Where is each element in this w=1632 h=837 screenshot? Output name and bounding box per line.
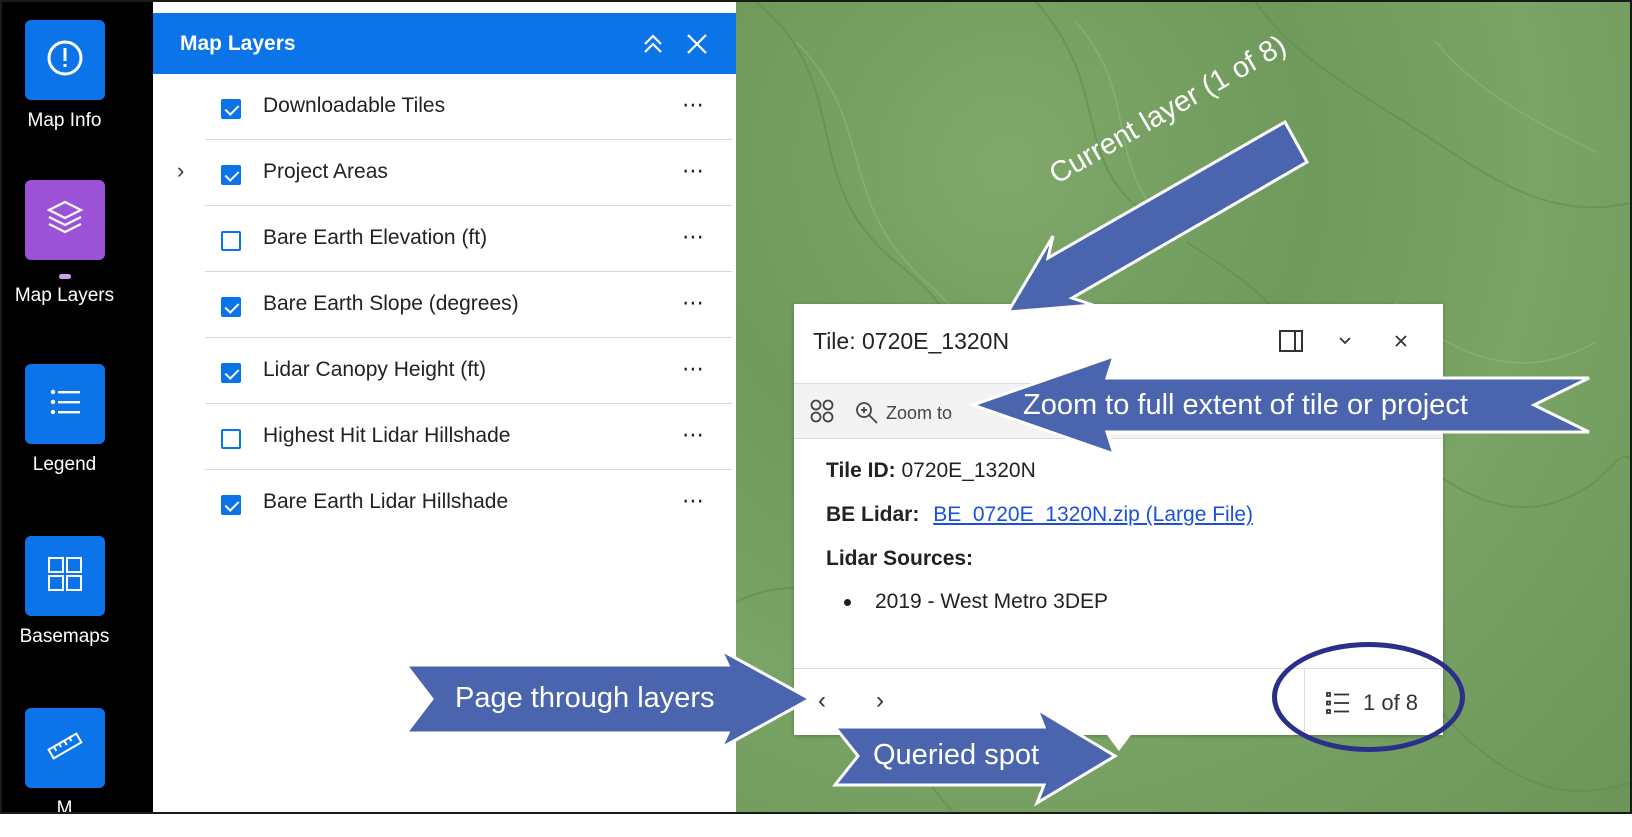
legend-icon [45, 382, 85, 427]
layer-name: Downloadable Tiles [263, 94, 446, 117]
active-indicator [58, 274, 71, 279]
tile-id-field: Tile ID: 0720E_1320N [826, 459, 1036, 483]
next-feature-button[interactable]: › [876, 687, 884, 715]
close-icon [1395, 335, 1407, 347]
feature-popup: Tile: 0720E_1320N Zoom to Tile ID: 0720E… [794, 304, 1443, 736]
map-info-button[interactable] [24, 20, 105, 100]
double-chevron-up-icon [644, 34, 662, 53]
widget-toolbar: Map Info Map Layers Legend Basemaps M [2, 2, 153, 814]
expand-chevron-icon[interactable]: › [177, 158, 184, 184]
legend-label: Legend [32, 454, 97, 475]
layer-row-bare-earth-slope[interactable]: Bare Earth Slope (degrees) ⋯ [205, 272, 732, 338]
tool-map-info[interactable]: Map Info [2, 20, 127, 132]
close-icon [687, 34, 707, 54]
layer-visibility-checkbox[interactable] [221, 231, 241, 251]
popup-action-bar: Zoom to [794, 383, 1443, 439]
zoom-to-label: Zoom to [886, 402, 953, 423]
map-layers-panel: Map Layers Downloadable Tiles ⋯ › Projec… [153, 13, 736, 812]
measure-button[interactable] [24, 708, 105, 788]
list-icon [1326, 691, 1349, 714]
tool-legend[interactable]: Legend [2, 364, 127, 476]
popup-title: Tile: 0720E_1320N [813, 328, 1010, 354]
layer-row-lidar-canopy-height[interactable]: Lidar Canopy Height (ft) ⋯ [205, 338, 732, 404]
layer-row-downloadable-tiles[interactable]: Downloadable Tiles ⋯ [205, 74, 732, 140]
dock-button[interactable] [1276, 326, 1306, 356]
collapse-button[interactable] [639, 30, 667, 58]
be-lidar-download-link[interactable]: BE_0720E_1320N.zip (Large File) [933, 503, 1253, 526]
previous-feature-button[interactable]: ‹ [818, 687, 826, 715]
lidar-sources-label: Lidar Sources: [826, 547, 974, 570]
ruler-icon [45, 726, 85, 771]
layers-icon [43, 196, 87, 245]
basemaps-icon [45, 554, 85, 599]
lidar-source-text: 2019 - West Metro 3DEP [875, 590, 1109, 613]
basemaps-label: Basemaps [19, 626, 110, 647]
layer-name: Bare Earth Lidar Hillshade [263, 490, 509, 513]
grid-dots-icon [810, 399, 834, 423]
layer-row-bare-earth-hillshade[interactable]: Bare Earth Lidar Hillshade ⋯ [205, 470, 732, 536]
layer-visibility-checkbox[interactable] [221, 99, 241, 119]
tile-id-value: 0720E_1320N [901, 459, 1036, 482]
more-options-icon[interactable]: ⋯ [682, 358, 706, 380]
popup-pointer [1107, 735, 1131, 751]
bullet-icon [844, 598, 851, 606]
popup-footer: ‹ › 1 of 8 [794, 668, 1443, 736]
layer-name: Lidar Canopy Height (ft) [263, 358, 486, 381]
app-frame: Map Info Map Layers Legend Basemaps M Ma… [0, 0, 1632, 814]
measure-label: M [56, 798, 73, 814]
lidar-sources-field: Lidar Sources: [826, 547, 973, 571]
legend-button[interactable] [24, 364, 105, 444]
layer-name: Bare Earth Slope (degrees) [263, 292, 519, 315]
tile-id-label: Tile ID: [826, 459, 896, 482]
feature-count-button[interactable]: 1 of 8 [1304, 669, 1418, 736]
tool-basemaps[interactable]: Basemaps [2, 536, 127, 648]
map-layers-label: Map Layers [14, 285, 115, 306]
layer-row-bare-earth-elevation[interactable]: Bare Earth Elevation (ft) ⋯ [205, 206, 732, 272]
feature-count-label: 1 of 8 [1363, 689, 1419, 715]
more-options-icon[interactable]: ⋯ [682, 226, 706, 248]
layer-visibility-checkbox[interactable] [221, 297, 241, 317]
layer-visibility-checkbox[interactable] [221, 165, 241, 185]
panel-header: Map Layers [153, 13, 736, 74]
layer-visibility-checkbox[interactable] [221, 363, 241, 383]
more-options-icon[interactable]: ⋯ [682, 160, 706, 182]
zoom-to-button[interactable]: Zoom to [854, 400, 952, 426]
be-lidar-field: BE Lidar: BE_0720E_1320N.zip (Large File… [826, 503, 1253, 527]
panel-title: Map Layers [180, 31, 296, 55]
more-options-icon[interactable]: ⋯ [682, 490, 706, 512]
close-panel-button[interactable] [683, 30, 711, 58]
more-options-icon[interactable]: ⋯ [682, 424, 706, 446]
map-layers-button[interactable] [24, 180, 105, 260]
basemaps-button[interactable] [24, 536, 105, 616]
layer-row-project-areas[interactable]: › Project Areas ⋯ [177, 140, 732, 206]
layer-visibility-checkbox[interactable] [221, 429, 241, 449]
layer-visibility-checkbox[interactable] [221, 495, 241, 515]
close-popup-button[interactable] [1386, 326, 1416, 356]
collapse-popup-button[interactable] [1330, 326, 1360, 356]
zoom-in-icon [856, 402, 878, 424]
map-info-label: Map Info [27, 110, 102, 131]
tool-map-layers[interactable]: Map Layers [2, 180, 127, 307]
chevron-down-icon [1339, 337, 1351, 345]
dock-icon [1279, 330, 1303, 352]
info-icon [45, 38, 85, 83]
layer-row-highest-hit-hillshade[interactable]: Highest Hit Lidar Hillshade ⋯ [205, 404, 732, 470]
layer-name: Project Areas [263, 160, 388, 183]
layer-name: Bare Earth Elevation (ft) [263, 226, 488, 249]
more-options-icon[interactable]: ⋯ [682, 292, 706, 314]
more-options-icon[interactable]: ⋯ [682, 94, 706, 116]
tool-measure[interactable]: M [2, 708, 127, 814]
lidar-source-item: 2019 - West Metro 3DEP [844, 590, 1108, 614]
actions-menu-button[interactable] [808, 397, 836, 430]
layer-name: Highest Hit Lidar Hillshade [263, 424, 511, 447]
be-lidar-label: BE Lidar: [826, 503, 920, 526]
